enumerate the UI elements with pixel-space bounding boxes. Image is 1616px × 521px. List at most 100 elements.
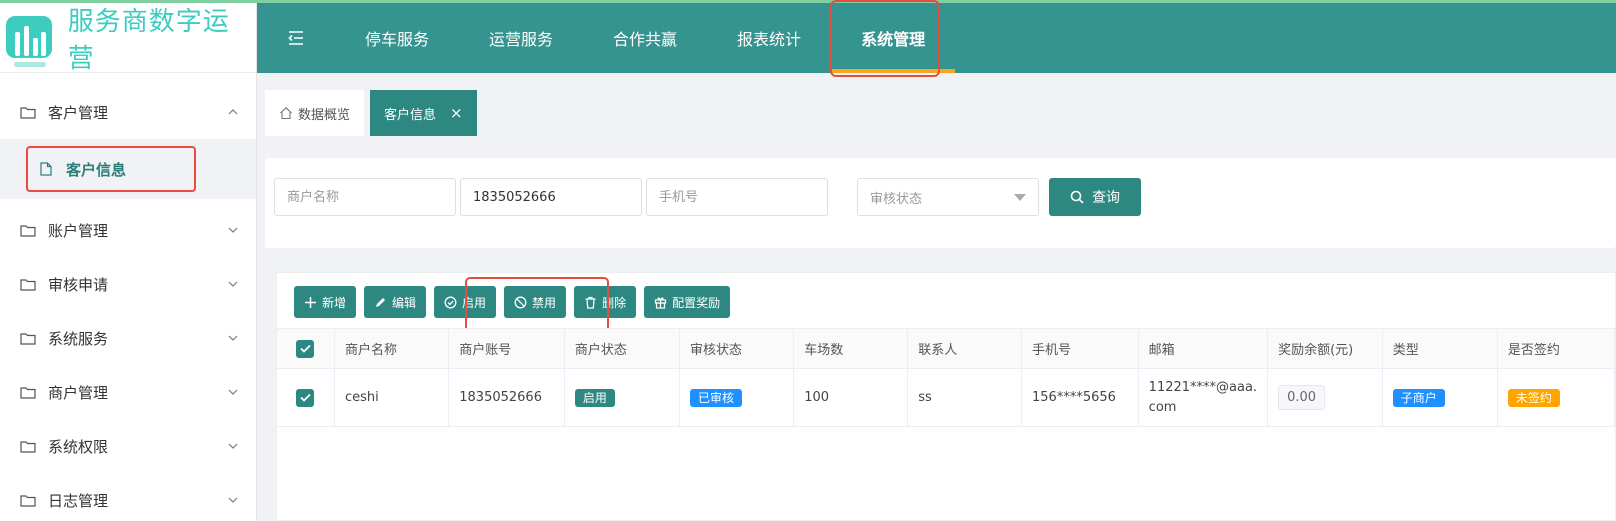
- sidebar-item-system-service[interactable]: 系统服务: [0, 311, 256, 365]
- row-select-cell[interactable]: [277, 368, 335, 427]
- highlight-box-customer-info: 客户信息: [26, 146, 196, 192]
- chevron-down-icon: [228, 335, 238, 341]
- merchant-table: 商户名称 商户账号 商户状态 审核状态 车场数 联系人 手机号 邮箱 奖励余额(…: [277, 328, 1616, 427]
- table-header-row: 商户名称 商户账号 商户状态 审核状态 车场数 联系人 手机号 邮箱 奖励余额(…: [277, 328, 1616, 369]
- table-row[interactable]: ceshi 1835052666 启用 已审核 100 ss 156****56…: [277, 368, 1616, 427]
- status-badge: 启用: [574, 388, 615, 407]
- column-header[interactable]: 商户账号: [448, 328, 565, 369]
- column-header[interactable]: 手机号: [1021, 328, 1139, 369]
- merchant-account-input[interactable]: [460, 178, 642, 216]
- select-all-checkbox[interactable]: [296, 339, 315, 358]
- audit-badge: 已审核: [690, 388, 743, 407]
- logo[interactable]: 服务商数字运营: [0, 3, 256, 74]
- document-icon: [40, 162, 52, 176]
- column-header[interactable]: 联系人: [907, 328, 1023, 369]
- folder-icon: [20, 278, 36, 291]
- column-header[interactable]: 商户名称: [334, 328, 450, 369]
- query-button-label: 查询: [1092, 190, 1120, 206]
- reward-balance-value: 0.00: [1278, 385, 1326, 410]
- nav-parking-service[interactable]: 停车服务: [335, 3, 459, 73]
- sidebar-item-label: 系统权限: [48, 437, 109, 456]
- nav-cooperation[interactable]: 合作共赢: [583, 3, 707, 73]
- toolbar: 新增 编辑 启用 禁用 删除 配置奖励: [294, 277, 731, 335]
- configure-reward-button[interactable]: 配置奖励: [644, 286, 731, 318]
- column-header[interactable]: 邮箱: [1138, 328, 1269, 369]
- plus-icon: [305, 296, 316, 308]
- logo-icon: [6, 10, 54, 67]
- enable-button-label: 启用: [462, 295, 487, 310]
- cell-contact: ss: [907, 368, 1023, 427]
- caret-down-icon: [1014, 194, 1026, 201]
- nav-reports[interactable]: 报表统计: [707, 3, 831, 73]
- ban-icon: [514, 296, 527, 308]
- folder-icon: [20, 386, 36, 399]
- sidebar-item-account-management[interactable]: 账户管理: [0, 203, 256, 257]
- cell-parking-lots: 100: [793, 368, 909, 427]
- query-button[interactable]: 查询: [1049, 178, 1141, 216]
- signed-badge: 未签约: [1507, 388, 1560, 407]
- home-icon: [280, 107, 292, 120]
- nav-system-management-label: 系统管理: [861, 30, 926, 49]
- folder-icon: [20, 440, 36, 453]
- cell-audit-status: 已审核: [679, 368, 795, 427]
- check-icon: [300, 393, 311, 402]
- close-icon[interactable]: ×: [450, 104, 463, 122]
- gift-icon: [654, 297, 667, 309]
- delete-button[interactable]: 删除: [574, 286, 637, 318]
- nav-system-management[interactable]: 系统管理: [831, 3, 956, 73]
- sidebar-item-merchant-management[interactable]: 商户管理: [0, 365, 256, 419]
- configure-reward-button-label: 配置奖励: [672, 295, 721, 310]
- phone-input[interactable]: [646, 178, 828, 216]
- audit-status-select[interactable]: 审核状态: [857, 178, 1039, 216]
- tab-data-overview[interactable]: 数据概览: [265, 90, 365, 136]
- sidebar-item-label: 账户管理: [48, 221, 109, 240]
- sidebar-item-label: 系统服务: [48, 329, 109, 348]
- column-header[interactable]: 商户状态: [564, 328, 681, 369]
- folder-icon: [20, 332, 36, 345]
- cell-merchant-status: 启用: [564, 368, 681, 427]
- chevron-down-icon: [228, 227, 238, 233]
- edit-button[interactable]: 编辑: [364, 286, 427, 318]
- cell-email: 11221****@aaa. com: [1138, 368, 1269, 427]
- chevron-down-icon: [228, 389, 238, 395]
- edit-button-label: 编辑: [392, 295, 417, 310]
- tab-customer-info[interactable]: 客户信息 ×: [370, 90, 477, 136]
- sidebar-item-customer-management[interactable]: 客户管理: [0, 85, 256, 139]
- column-header[interactable]: 车场数: [793, 328, 909, 369]
- sidebar-item-label: 商户管理: [48, 383, 109, 402]
- sidebar-subitem-customer-info[interactable]: 客户信息: [0, 139, 256, 199]
- chevron-down-icon: [228, 281, 238, 287]
- active-nav-underline: [831, 69, 956, 73]
- disable-button[interactable]: 禁用: [504, 286, 567, 318]
- cell-reward-balance: 0.00: [1267, 368, 1383, 427]
- sidebar-item-log-management[interactable]: 日志管理: [0, 473, 256, 521]
- search-icon: [1070, 190, 1084, 204]
- column-header[interactable]: 是否签约: [1497, 328, 1616, 369]
- sidebar-item-audit-application[interactable]: 审核申请: [0, 257, 256, 311]
- merchant-name-input[interactable]: [274, 178, 456, 216]
- cell-type: 子商户: [1382, 368, 1498, 427]
- menu-toggle-button[interactable]: [257, 3, 335, 73]
- sidebar-item-label: 日志管理: [48, 491, 109, 510]
- cell-signed: 未签约: [1497, 368, 1616, 427]
- type-badge: 子商户: [1392, 388, 1445, 407]
- column-header[interactable]: 奖励余额(元): [1267, 328, 1383, 369]
- row-checkbox[interactable]: [296, 388, 315, 407]
- sidebar-item-label: 审核申请: [48, 275, 109, 294]
- trash-icon: [585, 296, 596, 309]
- column-header[interactable]: 审核状态: [679, 328, 795, 369]
- tab-label: 客户信息: [384, 107, 437, 123]
- top-nav-bar: 停车服务 运营服务 合作共赢 报表统计 系统管理: [257, 0, 1616, 77]
- check-icon: [300, 344, 311, 353]
- add-button[interactable]: 新增: [294, 286, 357, 318]
- nav-operation-service[interactable]: 运营服务: [459, 3, 583, 73]
- chevron-down-icon: [228, 497, 238, 503]
- disable-button-label: 禁用: [532, 295, 557, 310]
- email-line-1: 11221****@aaa.: [1148, 379, 1258, 395]
- chevron-down-icon: [228, 443, 238, 449]
- select-all-cell[interactable]: [277, 328, 335, 369]
- column-header[interactable]: 类型: [1382, 328, 1498, 369]
- enable-button[interactable]: 启用: [434, 286, 497, 318]
- sidebar-item-system-permissions[interactable]: 系统权限: [0, 419, 256, 473]
- email-line-2: com: [1148, 399, 1177, 415]
